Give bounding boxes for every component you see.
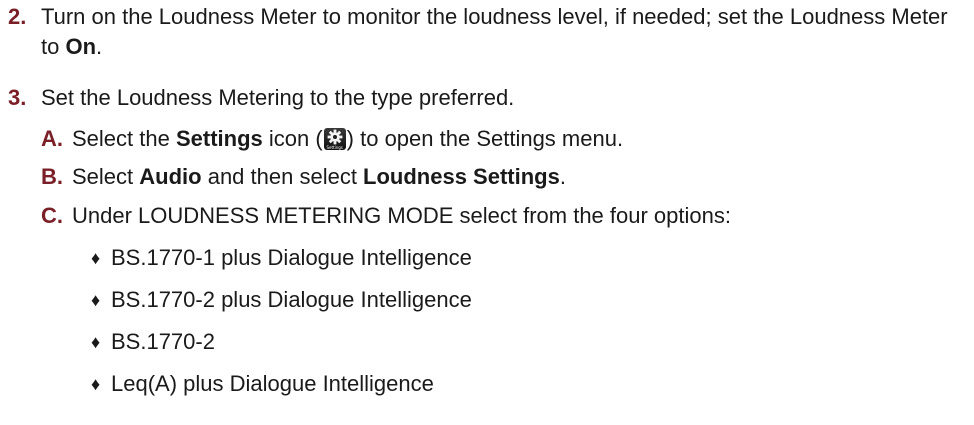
instruction-document: 2. Turn on the Loudness Meter to monitor… <box>0 0 974 425</box>
step-number: 2. <box>8 4 27 29</box>
substep-text-bold: Settings <box>175 126 263 151</box>
option-label: BS.1770-2 <box>111 329 215 354</box>
option-label: Leq(A) plus Dialogue Intelligence <box>111 371 434 396</box>
step-text-part: . <box>96 34 103 59</box>
substep-letter: B. <box>41 164 63 189</box>
diamond-bullet-icon: ♦ <box>91 248 101 268</box>
step-text: Set the Loudness Metering to the type pr… <box>41 85 515 110</box>
substep-text-part: and then select <box>201 164 364 189</box>
settings-icon-caption: Settings <box>326 145 343 150</box>
step-text-bold: On <box>65 34 97 59</box>
substep-text-bold: Loudness Settings <box>363 164 560 189</box>
step-number: 3. <box>8 85 27 110</box>
substep-text-part: Select <box>72 164 140 189</box>
option-label: BS.1770-1 plus Dialogue Intelligence <box>111 245 472 270</box>
option-label: BS.1770-2 plus Dialogue Intelligence <box>111 287 472 312</box>
substep-text: Under LOUDNESS METERING MODE select from… <box>72 203 731 228</box>
substep-letter: C. <box>41 203 63 228</box>
diamond-bullet-icon: ♦ <box>91 290 101 310</box>
substep-text-part: Select the <box>72 126 176 151</box>
substep-text: Select Audio and then select Loudness Se… <box>72 162 566 192</box>
diamond-bullet-icon: ♦ <box>91 374 101 394</box>
substep-text: Select the Settings icon (Settings) to o… <box>72 124 623 154</box>
step-text-part: Turn on the Loudness Meter to monitor th… <box>41 4 948 59</box>
settings-gear-icon: Settings <box>323 128 346 150</box>
substep-text-part: ) to open the Settings menu. <box>346 126 624 151</box>
step-text: Turn on the Loudness Meter to monitor th… <box>41 2 971 62</box>
substep-letter: A. <box>41 126 63 151</box>
substep-text-bold: Audio <box>139 164 202 189</box>
substep-text-part: icon ( <box>262 126 323 151</box>
diamond-bullet-icon: ♦ <box>91 332 101 352</box>
substep-text-part: . <box>559 164 566 189</box>
